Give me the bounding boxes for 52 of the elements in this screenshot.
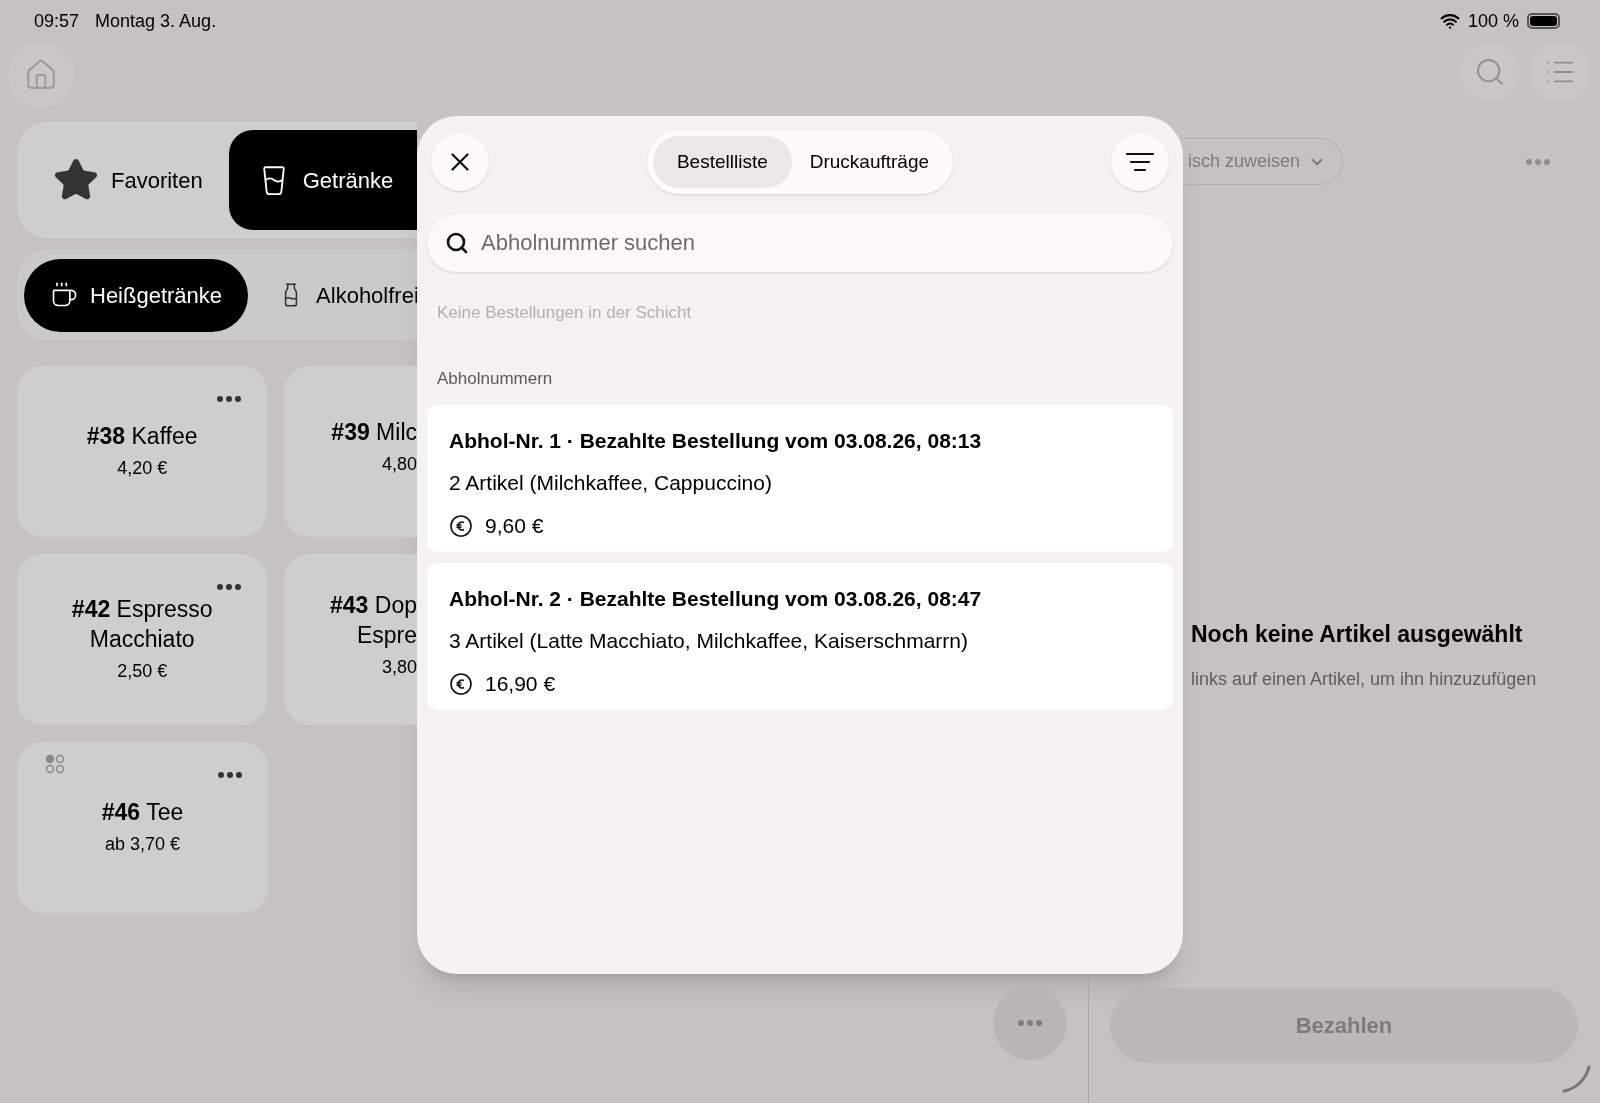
order-title: Abhol-Nr. 1 · Bezahlte Bestellung vom 03.08.26, 08:13 — [449, 428, 983, 454]
product-price: 4,80 — [381, 453, 417, 476]
empty-note: Keine Bestellungen in der Schicht — [436, 302, 693, 324]
order-total: 16,90 € — [485, 671, 556, 697]
order-items: 3 Artikel (Latte Macchiato, Milchkaffee, Kaiserschmarrn) — [449, 627, 969, 654]
wifi-icon — [1439, 11, 1460, 31]
more-icon[interactable] — [218, 772, 242, 778]
product-card[interactable]: #42 Espresso Macchiato 2,50 € — [17, 554, 268, 725]
order-card[interactable]: Abhol-Nr. 1 · Bezahlte Bestellung vom 03.08.26, 08:13 2 Artikel (Milchkaffee, Cappuccino) 9,60 € — [427, 405, 1173, 552]
more-icon[interactable] — [217, 584, 242, 590]
home-icon — [24, 58, 58, 92]
product-name: #42 Espresso Macchiato — [71, 595, 213, 654]
product-card[interactable]: #46 Tee ab 3,70 € — [17, 742, 268, 913]
product-price: 4,20 € — [117, 457, 168, 480]
subcategory-tab[interactable]: Heißgetränke — [24, 258, 249, 332]
status-date: Montag 3. Aug. — [95, 9, 217, 33]
empty-title: Noch keine Artikel ausgewählt — [1190, 620, 1524, 649]
section-label: Abholnummern — [436, 367, 554, 390]
close-button[interactable] — [431, 133, 489, 191]
category-tab[interactable]: Getränke — [228, 130, 417, 230]
product-name: #43 Dop Espre — [330, 591, 417, 650]
product-name: #39 Milc — [331, 418, 417, 447]
battery-level: 100 % — [1467, 9, 1519, 33]
filter-button[interactable] — [1111, 133, 1169, 191]
segment-tab[interactable]: Bestellliste — [652, 136, 792, 188]
search-icon — [1474, 56, 1506, 88]
product-price: ab 3,70 € — [104, 833, 181, 856]
resize-handle-icon — [1562, 1065, 1592, 1093]
euro-coin-icon — [449, 513, 473, 538]
battery-icon — [1527, 13, 1560, 29]
product-card[interactable]: #43 Dop Espre 3,80 — [284, 554, 417, 725]
category-tab[interactable]: Favoriten — [53, 157, 203, 203]
order-items: 2 Artikel (Milchkaffee, Cappuccino) — [449, 469, 773, 496]
product-name: #38 Kaffee — [86, 422, 198, 451]
order-total: 9,60 € — [485, 513, 544, 539]
segment-tab[interactable]: Druckaufträge — [791, 136, 948, 188]
search-icon — [445, 231, 469, 255]
empty-hint: links auf einen Artikel, um ihn hinzuzufügen — [1190, 667, 1538, 691]
status-time: 09:57 — [34, 9, 80, 33]
product-name: #46 Tee — [101, 798, 184, 827]
product-card[interactable]: #39 Milc 4,80 — [284, 366, 417, 537]
order-title: Abhol-Nr. 2 · Bezahlte Bestellung vom 03.08.26, 08:47 — [449, 586, 983, 612]
variants-icon — [45, 754, 65, 774]
order-card[interactable]: Abhol-Nr. 2 · Bezahlte Bestellung vom 03.08.26, 08:47 3 Artikel (Latte Macchiato, Milchkaffee, Kaiserschmarrn) 16,90 € — [427, 563, 1173, 710]
product-price: 2,50 € — [117, 660, 168, 683]
product-price: 3,80 — [381, 656, 417, 679]
product-card[interactable]: #38 Kaffee 4,20 € — [17, 366, 268, 537]
subcategory-tab[interactable]: Alkoholfrei — [278, 278, 419, 312]
more-icon[interactable] — [217, 396, 242, 402]
euro-coin-icon — [449, 671, 473, 696]
filter-icon — [1125, 151, 1155, 173]
cup-icon — [50, 281, 78, 309]
